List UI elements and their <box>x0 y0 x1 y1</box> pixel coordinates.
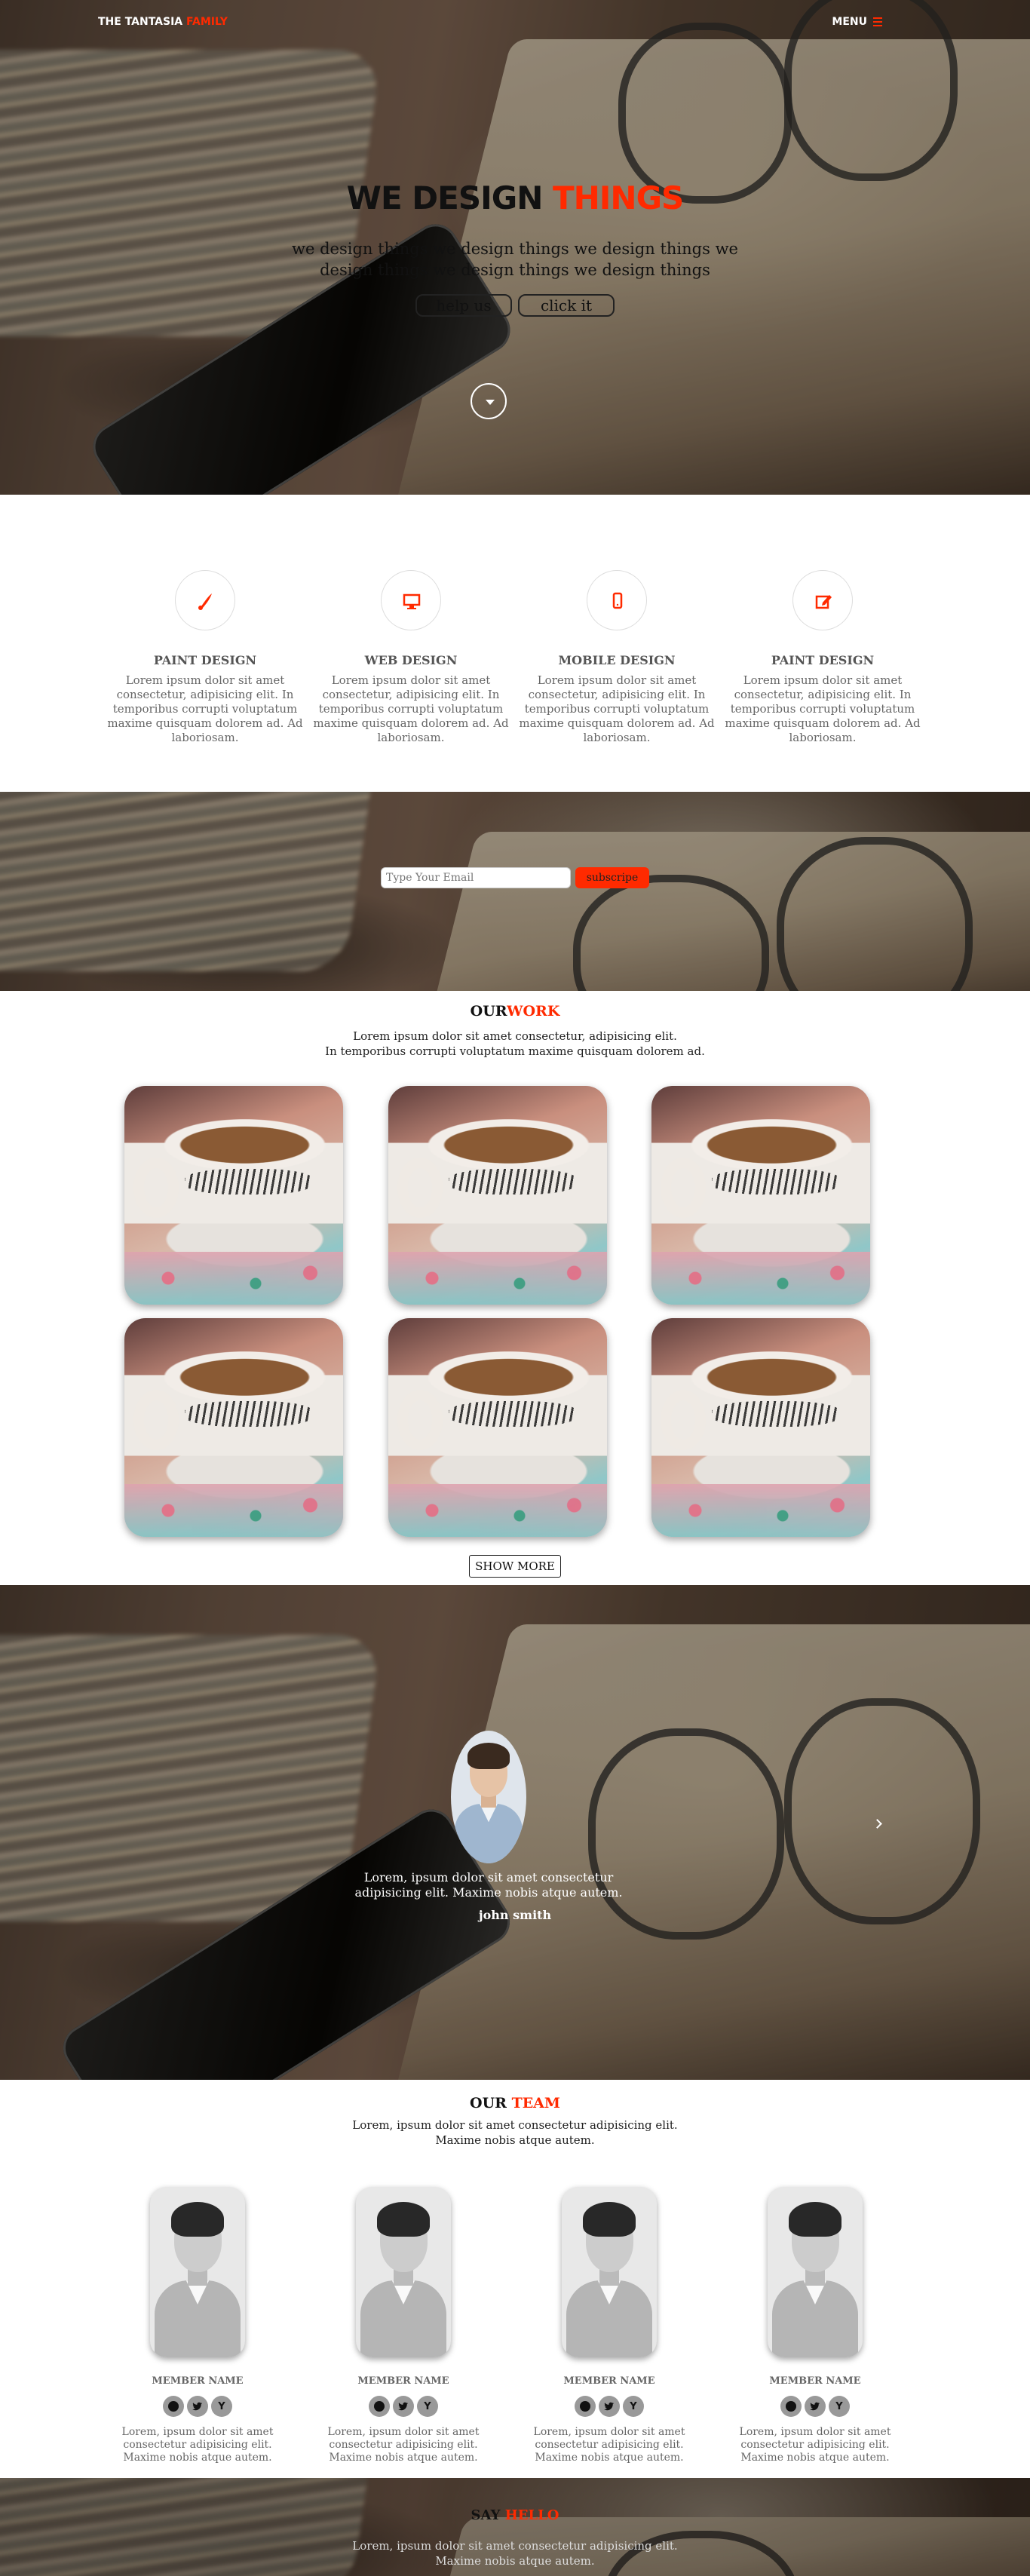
social-links: Y <box>103 2396 292 2417</box>
site-logo[interactable]: THE TANTASIA FAMILY <box>98 16 228 28</box>
logo-accent-text: FAMILY <box>186 16 228 28</box>
twitter-icon[interactable] <box>805 2396 826 2417</box>
service-text: Lorem ipsum dolor sit amet consectetur, … <box>107 673 303 744</box>
service-card: PAINT DESIGN Lorem ipsum dolor sit amet … <box>103 570 307 745</box>
hello-subtitle-line2: Maxime nobis atque autem. <box>435 2554 595 2568</box>
service-text: Lorem ipsum dolor sit amet consectetur, … <box>313 673 509 744</box>
show-more-button[interactable]: SHOW MORE <box>469 1555 561 1578</box>
team-member-card: MEMBER NAME Y Lorem, ipsum dolor sit ame… <box>103 2187 292 2464</box>
social-links: Y <box>309 2396 498 2417</box>
facebook-icon[interactable] <box>163 2396 184 2417</box>
subscribe-background <box>0 792 1030 991</box>
service-card: MOBILE DESIGN Lorem ipsum dolor sit amet… <box>515 570 719 745</box>
menu-button[interactable]: MENU <box>832 16 882 28</box>
member-text: Lorem, ipsum dolor sit amet consectetur … <box>327 2426 480 2464</box>
member-text: Lorem, ipsum dolor sit amet consectetur … <box>739 2426 891 2464</box>
site-header: THE TANTASIA FAMILY MENU <box>0 0 1030 45</box>
subscribe-form: subscripe <box>0 867 1030 888</box>
hello-title: SAY HELLO <box>0 2507 1030 2523</box>
twitter-icon[interactable] <box>599 2396 620 2417</box>
menu-label: MENU <box>832 16 867 28</box>
service-text: Lorem ipsum dolor sit amet consectetur, … <box>519 673 715 744</box>
youtube-icon[interactable]: Y <box>417 2396 438 2417</box>
youtube-icon[interactable]: Y <box>623 2396 644 2417</box>
service-card: WEB DESIGN Lorem ipsum dolor sit amet co… <box>309 570 513 745</box>
team-subtitle-line1: Lorem, ipsum dolor sit amet consectetur … <box>352 2118 678 2132</box>
facebook-icon[interactable] <box>369 2396 390 2417</box>
team-subtitle-line2: Maxime nobis atque autem. <box>435 2133 595 2147</box>
testimonial-quote: Lorem, ipsum dolor sit amet consectetur … <box>354 1870 623 1900</box>
member-name: MEMBER NAME <box>769 2375 861 2387</box>
subscribe-button[interactable]: subscripe <box>575 867 649 888</box>
work-title: OURWORK <box>0 1003 1030 1020</box>
twitter-icon[interactable] <box>187 2396 208 2417</box>
work-thumbnail[interactable] <box>124 1086 343 1305</box>
hero-title-accent: THINGS <box>553 179 684 216</box>
logo-text: THE TANTASIA <box>98 16 187 28</box>
work-thumbnail[interactable] <box>388 1086 607 1305</box>
team-member-card: MEMBER NAME Y Lorem, ipsum dolor sit ame… <box>309 2187 498 2464</box>
chevron-right-icon[interactable] <box>872 1817 884 1832</box>
work-thumbnail[interactable] <box>388 1318 607 1537</box>
team-title-main: OUR <box>470 2095 512 2111</box>
edit-icon <box>792 570 853 630</box>
scroll-down-icon[interactable] <box>471 383 507 419</box>
member-photo <box>562 2187 657 2357</box>
mobile-icon <box>587 570 647 630</box>
hello-title-accent: HELLO <box>504 2507 559 2523</box>
email-input[interactable] <box>381 867 571 888</box>
member-name: MEMBER NAME <box>357 2375 449 2387</box>
team-title-accent: TEAM <box>511 2095 560 2111</box>
testimonial-name: john smith <box>478 1908 552 1922</box>
services-section: PAINT DESIGN Lorem ipsum dolor sit amet … <box>0 495 1030 792</box>
help-us-button[interactable]: help us <box>415 294 512 317</box>
hero-title-main: WE DESIGN <box>346 179 553 216</box>
facebook-icon[interactable] <box>575 2396 596 2417</box>
team-title: OUR TEAM <box>0 2095 1030 2111</box>
hero-title: WE DESIGN THINGS <box>0 179 1030 216</box>
work-subtitle-line2: In temporibus corrupti voluptatum maxime… <box>325 1044 705 1058</box>
work-thumbnail[interactable] <box>651 1086 870 1305</box>
member-name: MEMBER NAME <box>563 2375 655 2387</box>
work-subtitle-line1: Lorem ipsum dolor sit amet consectetur, … <box>353 1029 677 1043</box>
youtube-icon[interactable]: Y <box>829 2396 850 2417</box>
paint-brush-icon <box>175 570 235 630</box>
avatar <box>451 1731 526 1863</box>
work-thumbnail[interactable] <box>124 1318 343 1537</box>
team-member-card: MEMBER NAME Y Lorem, ipsum dolor sit ame… <box>721 2187 909 2464</box>
member-name: MEMBER NAME <box>152 2375 244 2387</box>
youtube-icon[interactable]: Y <box>211 2396 232 2417</box>
work-title-main: OUR <box>470 1003 507 1020</box>
hello-title-main: SAY <box>471 2507 505 2523</box>
hero-subtitle: we design things we design things we des… <box>292 240 738 279</box>
service-title: MOBILE DESIGN <box>558 653 676 667</box>
service-text: Lorem ipsum dolor sit amet consectetur, … <box>725 673 921 744</box>
work-title-accent: WORK <box>507 1003 560 1020</box>
member-text: Lorem, ipsum dolor sit amet consectetur … <box>121 2426 274 2464</box>
monitor-icon <box>381 570 441 630</box>
hamburger-icon <box>873 17 882 27</box>
work-thumbnail[interactable] <box>651 1318 870 1537</box>
hello-subtitle-line1: Lorem, ipsum dolor sit amet consectetur … <box>352 2539 678 2553</box>
member-photo <box>356 2187 451 2357</box>
hero-buttons: help us click it <box>0 294 1030 317</box>
service-title: PAINT DESIGN <box>153 653 257 667</box>
click-it-button[interactable]: click it <box>518 294 615 317</box>
member-photo <box>768 2187 863 2357</box>
team-member-card: MEMBER NAME Y Lorem, ipsum dolor sit ame… <box>515 2187 704 2464</box>
service-title: PAINT DESIGN <box>771 653 875 667</box>
twitter-icon[interactable] <box>393 2396 414 2417</box>
member-text: Lorem, ipsum dolor sit amet consectetur … <box>533 2426 685 2464</box>
social-links: Y <box>515 2396 704 2417</box>
service-title: WEB DESIGN <box>364 653 458 667</box>
social-links: Y <box>721 2396 909 2417</box>
facebook-icon[interactable] <box>780 2396 802 2417</box>
service-card: PAINT DESIGN Lorem ipsum dolor sit amet … <box>721 570 924 745</box>
member-photo <box>150 2187 245 2357</box>
